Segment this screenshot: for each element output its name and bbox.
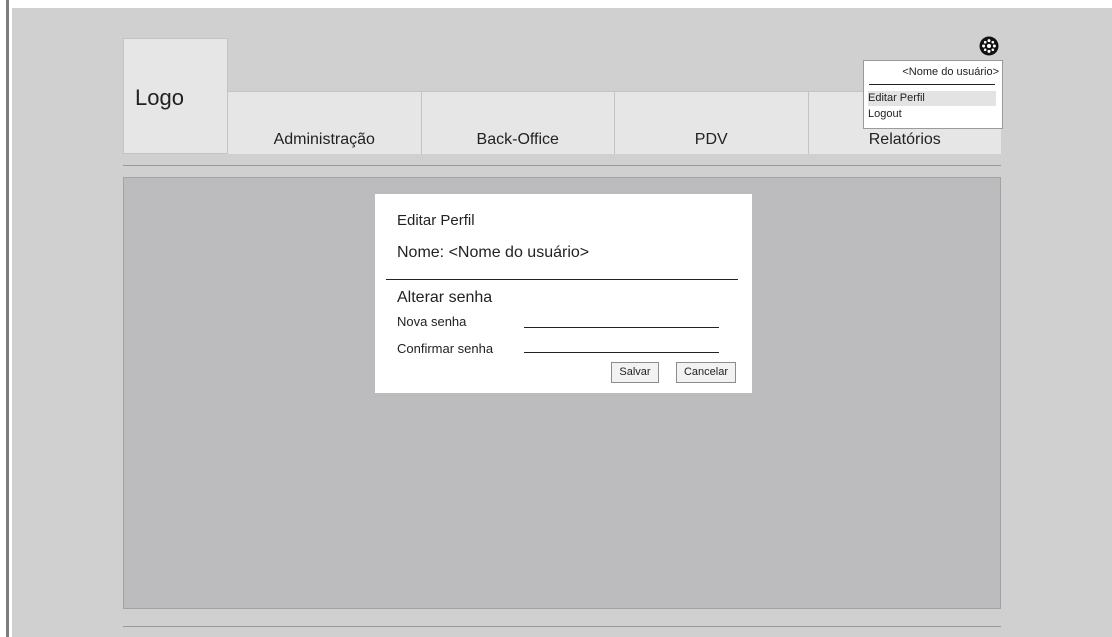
nav-tab-administracao[interactable]: Administração [228,92,422,154]
nav-tab-pdv[interactable]: PDV [615,92,809,154]
save-button[interactable]: Salvar [611,362,659,383]
dialog-title: Editar Perfil [397,212,475,229]
user-name: <Nome do usuário> [902,66,999,78]
logo-text: Logo [135,85,184,110]
confirm-password-label: Confirmar senha [397,341,494,356]
user-menu-divider [869,84,995,85]
left-edge-line [6,0,9,637]
menu-item-logout[interactable]: Logout [868,107,996,122]
name-row: Nome: <Nome do usuário> [397,244,589,262]
nav-tab-label: Administração [273,131,375,148]
edit-profile-dialog: Editar Perfil Nome: <Nome do usuário> Al… [375,194,752,393]
new-password-field[interactable] [524,311,719,328]
gear-icon[interactable] [979,36,999,56]
nav-tab-back-office[interactable]: Back-Office [421,92,615,154]
footer-divider [123,626,1001,627]
nav-tab-label: Back-Office [476,131,559,148]
cancel-button[interactable]: Cancelar [676,362,736,383]
name-value: <Nome do usuário> [448,244,590,261]
header-divider [123,165,1001,166]
name-label: Nome: [397,244,445,261]
confirm-password-field[interactable] [524,336,719,353]
nav-tab-label: PDV [694,131,728,148]
left-edge [0,0,9,637]
new-password-label: Nova senha [397,314,467,329]
logo-box[interactable]: Logo [123,38,228,154]
nav-tab-label: Relatórios [868,131,941,148]
menu-item-editar-perfil[interactable]: Editar Perfil [868,91,996,106]
user-dropdown-menu: <Nome do usuário> Editar Perfil Logout [863,60,1003,129]
change-password-heading: Alterar senha [397,289,493,306]
dialog-divider [386,279,738,280]
